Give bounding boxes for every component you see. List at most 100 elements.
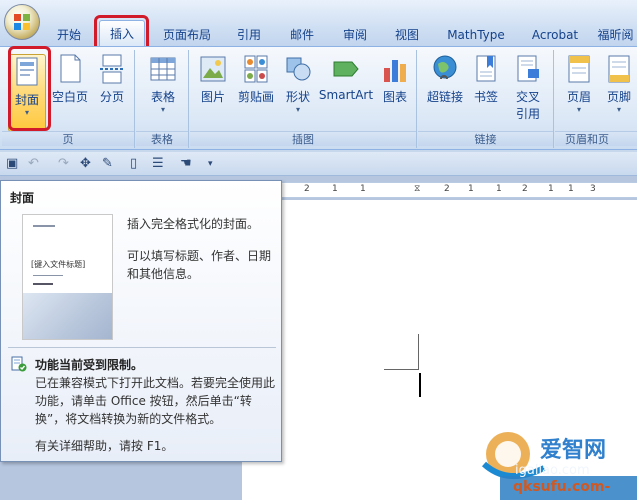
tooltip-title: 封面	[10, 191, 35, 205]
chart-button[interactable]: 图表	[378, 54, 412, 105]
cover-page-tooltip: 封面 [键入文件标题] 插入完全格式化的封面。 可以填写标题、作者、日期和其他信…	[0, 180, 282, 462]
page-break-label: 分页	[99, 90, 124, 104]
chevron-down-icon: ▾	[616, 105, 621, 114]
chevron-down-icon: ▾	[295, 105, 300, 114]
table-icon	[150, 57, 176, 81]
chevron-down-icon: ▾	[160, 105, 165, 114]
page-break-icon	[100, 54, 124, 84]
shapes-label: 形状	[285, 90, 310, 104]
globe-link-icon	[433, 55, 457, 80]
cross-reference-icon	[517, 55, 539, 82]
compatibility-warning-icon	[11, 356, 27, 372]
page-layout-icon[interactable]: ☰	[152, 156, 164, 171]
edit-icon[interactable]: ✎	[102, 156, 113, 171]
ruler-tick-label: 1	[468, 184, 474, 194]
margin-corner-mark	[384, 369, 419, 370]
shapes-icon	[286, 57, 311, 81]
blank-page-button[interactable]: 空白页	[50, 54, 90, 105]
clipart-button[interactable]: 剪贴画	[234, 54, 278, 105]
page-break-button[interactable]: 分页	[94, 54, 130, 105]
header-footer-group: 页眉 ▾ 页脚 ▾ 页眉和页	[555, 50, 637, 148]
tooltip-divider	[8, 347, 276, 348]
ruler-tick-label: 2	[522, 184, 528, 194]
tooltip-description: 插入完全格式化的封面。	[127, 217, 260, 231]
new-document-icon[interactable]: ▯	[130, 156, 137, 171]
illustrations-group: 图片 剪贴画 形状 ▾ SmartArt 图表 插图	[190, 50, 417, 148]
footer-button[interactable]: 页脚 ▾	[601, 54, 637, 115]
pages-group-label: 页	[2, 131, 134, 146]
ruler-tick-label: 2	[304, 184, 310, 194]
picture-label: 图片	[200, 90, 225, 104]
office-button[interactable]	[4, 4, 40, 40]
horizontal-ruler[interactable]: 2 1 1 ⧖ 2 1 1 2 1 1 3	[282, 182, 637, 198]
ruler-tick-label: 1	[332, 184, 338, 194]
quick-access-toolbar: ▣ ↶ ↷ ✥ ✎ ▯ ☰ ☚ ▾	[0, 152, 637, 176]
table-button[interactable]: 表格 ▾	[144, 54, 182, 115]
cover-button-highlight-box	[8, 46, 51, 131]
chart-icon	[384, 60, 406, 82]
tooltip-help-text: 有关详细帮助，请按 F1。	[35, 439, 174, 453]
smartart-label: SmartArt	[318, 88, 374, 102]
pointer-icon[interactable]: ☚	[180, 156, 192, 171]
watermark-title: 爱智网	[540, 437, 607, 463]
tooltip-description-detail: 可以填写标题、作者、日期和其他信息。	[127, 249, 272, 281]
thumbnail-title: [键入文件标题]	[31, 260, 86, 269]
tab-mathtype[interactable]: MathType	[440, 24, 512, 46]
header-label: 页眉	[566, 90, 591, 104]
bookmark-icon	[476, 55, 496, 82]
watermark-url-secondary: qksufu.com-	[513, 479, 611, 495]
header-icon	[568, 55, 590, 83]
table-group: 表格 ▾ 表格	[136, 50, 189, 148]
tooltip-warning-body: 已在兼容模式下打开此文档。若要完全使用此功能，请单击 Office 按钮，然后单…	[35, 376, 276, 426]
blank-page-label: 空白页	[51, 90, 88, 104]
bookmark-label: 书签	[473, 90, 498, 104]
ruler-tick-label: 2	[444, 184, 450, 194]
picture-button[interactable]: 图片	[196, 54, 230, 105]
clipart-label: 剪贴画	[237, 90, 274, 104]
hyperlink-button[interactable]: 超链接	[424, 54, 466, 105]
smartart-button[interactable]: SmartArt	[318, 54, 374, 102]
links-group-label: 链接	[418, 131, 553, 146]
ruler-tick-label: 1	[496, 184, 502, 194]
tab-references[interactable]: 引用	[228, 24, 270, 46]
header-footer-group-label: 页眉和页	[555, 131, 637, 146]
undo-icon[interactable]: ↶	[28, 156, 39, 171]
indent-marker-icon[interactable]: ⧖	[414, 184, 420, 194]
tab-home[interactable]: 开始	[48, 24, 90, 46]
blank-page-icon	[60, 54, 81, 83]
ruler-tick-label: 1	[568, 184, 574, 194]
header-button[interactable]: 页眉 ▾	[561, 54, 597, 115]
table-label: 表格	[150, 90, 175, 104]
smartart-icon	[333, 61, 359, 77]
illustrations-group-label: 插图	[190, 131, 416, 146]
tab-review[interactable]: 审阅	[334, 24, 376, 46]
footer-icon	[608, 55, 630, 83]
shapes-button[interactable]: 形状 ▾	[280, 54, 316, 115]
customize-toolbar-chevron-icon[interactable]: ▾	[208, 159, 213, 169]
redo-icon[interactable]: ↷	[58, 156, 69, 171]
chart-label: 图表	[382, 90, 407, 104]
ruler-tick-label: 3	[590, 184, 596, 194]
tab-mailings[interactable]: 邮件	[281, 24, 323, 46]
tab-acrobat[interactable]: Acrobat	[524, 24, 586, 46]
watermark-url: igaliao.com	[515, 463, 590, 478]
table-group-label: 表格	[136, 131, 188, 146]
office-logo-icon	[14, 14, 30, 30]
save-icon[interactable]: ▣	[6, 156, 18, 171]
footer-label: 页脚	[606, 90, 631, 104]
picture-icon	[200, 56, 226, 82]
tooltip-warning-title: 功能当前受到限制。	[35, 358, 144, 372]
text-cursor	[419, 373, 421, 397]
move-icon[interactable]: ✥	[80, 156, 91, 171]
cross-reference-label-2: 引用	[515, 107, 540, 121]
margin-corner-mark	[418, 334, 419, 370]
tab-foxit[interactable]: 福昕阅	[594, 24, 637, 46]
ribbon: 封面 ▾ 空白页 分页 页 表格 ▾ 表格 图片 剪贴画 形状 ▾ SmartA…	[0, 46, 637, 150]
clipart-icon	[244, 55, 268, 83]
tab-page-layout[interactable]: 页面布局	[156, 24, 218, 46]
cross-reference-button[interactable]: 交叉 引用	[508, 54, 548, 122]
hyperlink-label: 超链接	[426, 90, 463, 104]
bookmark-button[interactable]: 书签	[468, 54, 504, 105]
tab-view[interactable]: 视图	[386, 24, 428, 46]
links-group: 超链接 书签 交叉 引用 链接	[418, 50, 554, 148]
